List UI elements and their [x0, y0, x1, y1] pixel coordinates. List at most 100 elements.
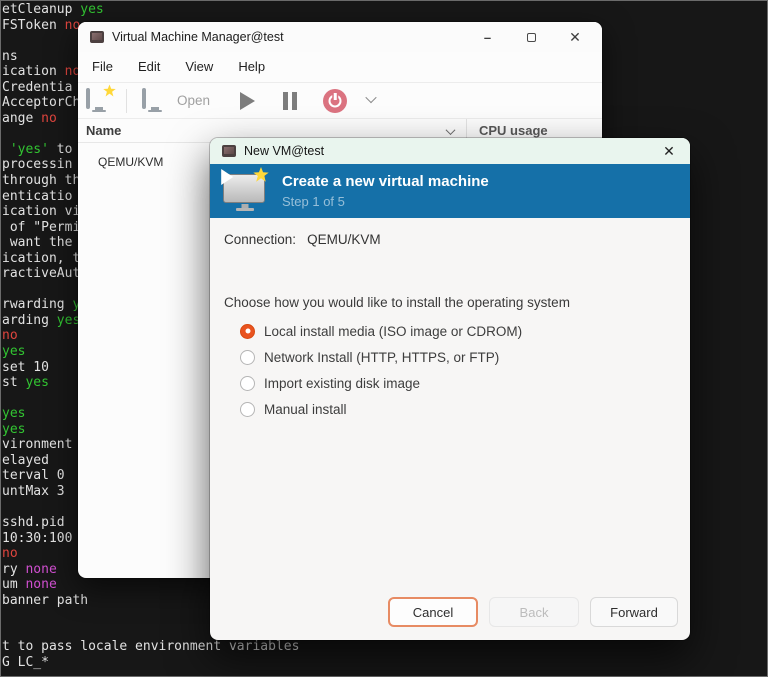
dialog-footer: Cancel Back Forward: [210, 597, 690, 640]
radio-option-label: Network Install (HTTP, HTTPS, or FTP): [264, 349, 500, 365]
wizard-banner: Create a new virtual machine Step 1 of 5: [210, 164, 690, 218]
radio-unchecked-icon[interactable]: [240, 349, 255, 365]
radio-option-label: Import existing disk image: [264, 375, 421, 391]
terminal-text-segment: ication, t: [2, 250, 81, 266]
vmm-window-title: Virtual Machine Manager@test: [112, 30, 284, 44]
cancel-button[interactable]: Cancel: [388, 597, 478, 627]
terminal-text-segment: yes: [2, 421, 26, 437]
install-options: Local install media (ISO image or CDROM)…: [224, 318, 676, 422]
menu-item-edit[interactable]: Edit: [132, 56, 166, 77]
radio-checked-icon[interactable]: [240, 323, 255, 339]
terminal-text-segment: 'yes': [9, 141, 49, 157]
terminal-text-segment: none: [25, 561, 57, 577]
terminal-text-segment: AcceptorCh: [2, 95, 81, 111]
terminal-text-segment: FSToken: [2, 17, 65, 33]
terminal-text-segment: t to pass locale environment variables: [2, 639, 300, 655]
sort-chevron-down-icon: [445, 125, 456, 136]
radio-option[interactable]: Import existing disk image: [240, 370, 676, 396]
dialog-titlebar[interactable]: New VM@test ✕: [210, 138, 690, 164]
terminal-text-segment: none: [25, 577, 57, 593]
menu-item-help[interactable]: Help: [232, 56, 271, 77]
pause-vm-button[interactable]: [283, 91, 298, 110]
shutdown-menu-chevron-icon[interactable]: [365, 91, 377, 104]
dialog-close-button[interactable]: ✕: [660, 143, 678, 160]
back-button[interactable]: Back: [489, 597, 579, 627]
new-vm-dialog: New VM@test ✕ Create a new virtual machi…: [210, 138, 690, 640]
dialog-body: Connection: QEMU/KVM Choose how you woul…: [210, 218, 690, 597]
forward-button[interactable]: Forward: [590, 597, 678, 627]
new-vm-button[interactable]: [86, 84, 116, 112]
open-console-button[interactable]: Open: [142, 87, 211, 112]
play-icon: [221, 169, 234, 185]
radio-unchecked-icon[interactable]: [240, 401, 255, 417]
terminal-text-segment: enticatio: [2, 188, 73, 204]
new-vm-wizard-icon: [221, 167, 269, 211]
terminal-text-segment: through th: [2, 173, 81, 189]
terminal-text-segment: want the: [2, 235, 73, 251]
radio-option[interactable]: Manual install: [240, 396, 676, 422]
terminal-text-segment: yes: [25, 375, 49, 391]
terminal-text-segment: yes: [2, 406, 26, 422]
radio-option[interactable]: Network Install (HTTP, HTTPS, or FTP): [240, 344, 676, 370]
dialog-title: New VM@test: [244, 144, 325, 158]
vmm-app-icon: [90, 31, 104, 43]
menu-bar: File Edit View Help: [78, 52, 602, 83]
menu-item-view[interactable]: View: [179, 56, 219, 77]
terminal-text-segment: no: [2, 328, 18, 344]
terminal-text-segment: ns: [2, 48, 18, 64]
terminal-text-segment: banner path: [2, 592, 89, 608]
open-console-icon: [142, 87, 168, 112]
terminal-text-segment: yes: [80, 2, 104, 17]
terminal-text-segment: yes: [2, 344, 26, 360]
open-button-label: Open: [177, 93, 211, 108]
terminal-text-segment: no: [2, 546, 18, 562]
terminal-text-segment: terval 0: [2, 468, 65, 484]
toolbar-separator: [126, 88, 127, 113]
terminal-text-segment: elayed: [2, 452, 49, 468]
terminal-line: t to pass locale environment variables: [2, 639, 768, 655]
terminal-text-segment: ry: [2, 561, 26, 577]
terminal-text-segment: ication: [2, 64, 65, 80]
terminal-text-segment: um: [2, 577, 26, 593]
vmm-titlebar[interactable]: Virtual Machine Manager@test – ✕: [78, 22, 602, 52]
terminal-text-segment: rwarding: [2, 297, 73, 313]
terminal-text-segment: ractiveAut: [2, 266, 81, 282]
terminal-text-segment: of "Permi: [2, 219, 81, 235]
connection-value: QEMU/KVM: [307, 232, 381, 247]
terminal-text-segment: untMax 3: [2, 483, 65, 499]
terminal-text-segment: G LC_*: [2, 654, 49, 670]
minimize-button[interactable]: –: [478, 28, 496, 46]
maximize-button[interactable]: [522, 28, 540, 46]
maximize-icon: [526, 32, 536, 42]
run-vm-button[interactable]: [240, 91, 256, 110]
wizard-step-label: Step 1 of 5: [282, 194, 345, 209]
terminal-text-segment: vironment: [2, 437, 73, 453]
toolbar: Open: [78, 83, 602, 119]
shutdown-vm-button[interactable]: [323, 88, 348, 113]
dialog-app-icon: [222, 145, 236, 157]
terminal-text-segment: yes: [56, 312, 81, 328]
close-button[interactable]: ✕: [566, 28, 584, 46]
install-method-prompt: Choose how you would like to install the…: [224, 295, 570, 310]
menu-item-file[interactable]: File: [86, 56, 119, 77]
radio-option[interactable]: Local install media (ISO image or CDROM): [240, 318, 676, 344]
radio-option-label: Local install media (ISO image or CDROM): [264, 323, 523, 339]
radio-unchecked-icon[interactable]: [240, 375, 255, 391]
wizard-title: Create a new virtual machine: [282, 173, 489, 190]
terminal-text-segment: ange: [2, 110, 42, 126]
new-vm-monitor-icon: [86, 87, 90, 109]
terminal-text-segment: sshd.pid: [2, 515, 65, 531]
terminal-text-segment: processin: [2, 157, 73, 173]
terminal-text-segment: arding: [2, 312, 57, 328]
terminal-text-segment: Credentia: [2, 79, 73, 95]
screen: etCleanup yes FSToken no ns ication no Crede…: [0, 0, 768, 677]
new-vm-star-icon: [103, 84, 116, 97]
terminal-text-segment: set 10: [2, 359, 49, 375]
terminal-text-segment: st: [2, 375, 26, 391]
terminal-line: G LC_*: [2, 655, 768, 671]
terminal-text-segment: etCleanup: [2, 2, 81, 17]
radio-option-label: Manual install: [264, 401, 347, 417]
terminal-text-segment: 10:30:100: [2, 530, 73, 546]
connection-label: Connection:: [224, 232, 297, 247]
